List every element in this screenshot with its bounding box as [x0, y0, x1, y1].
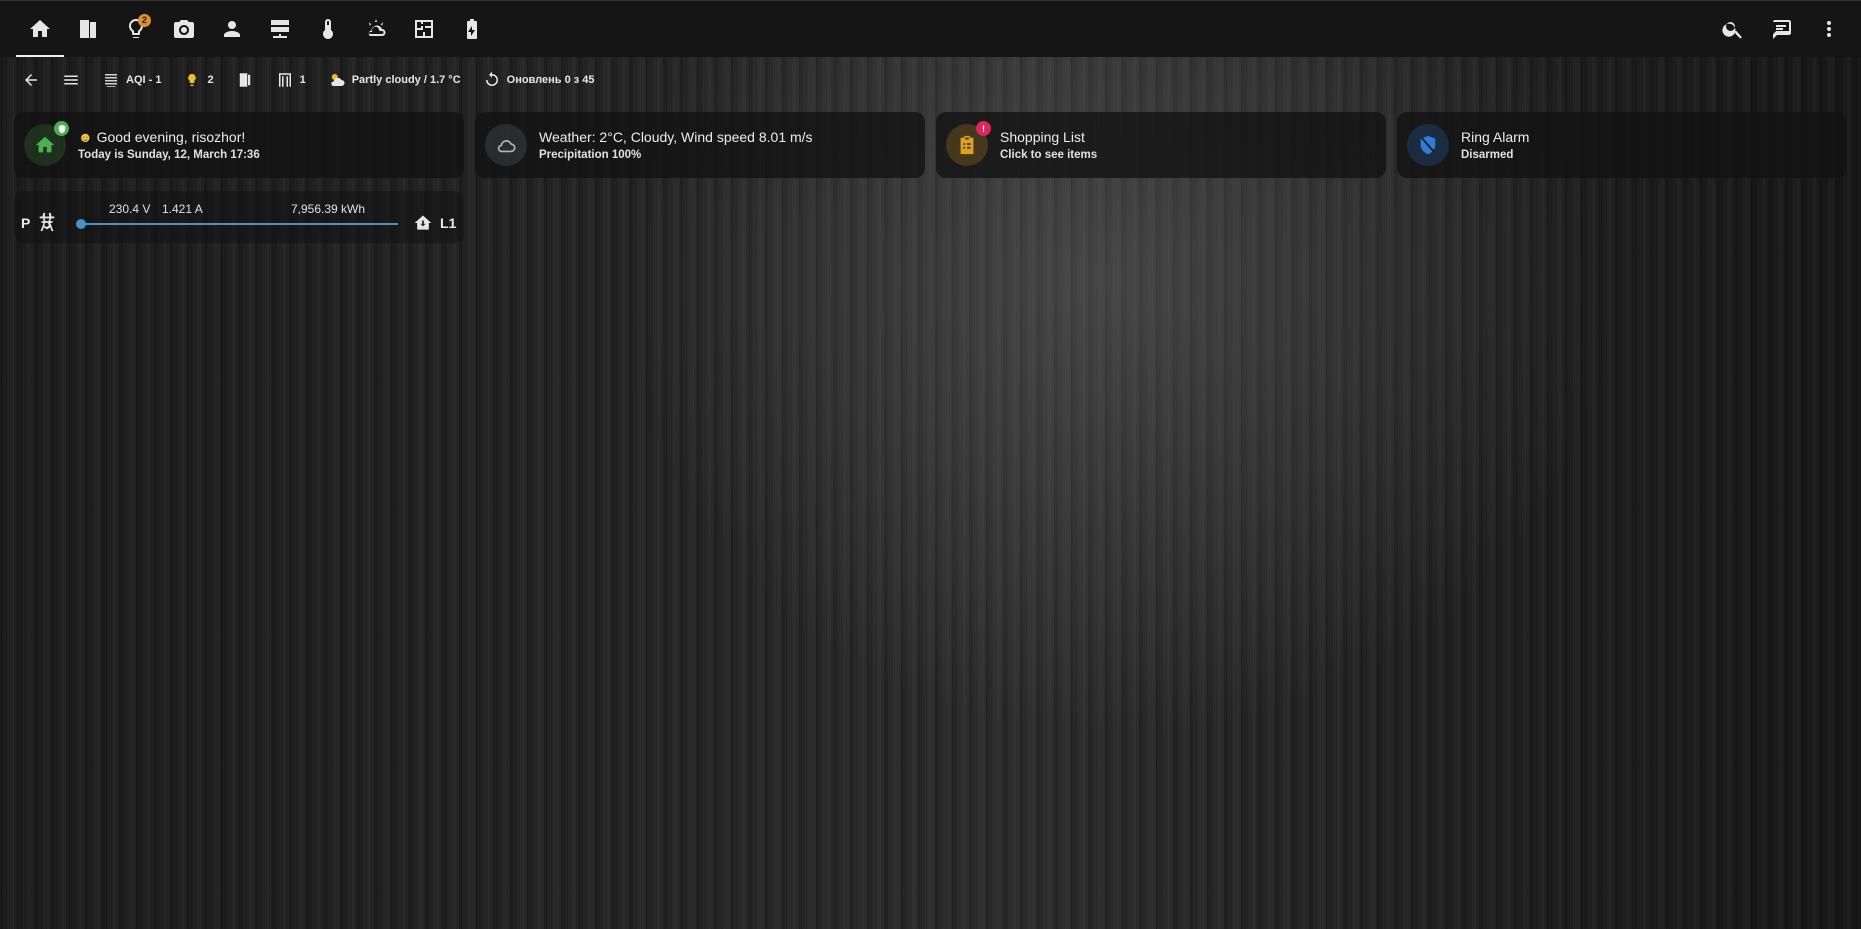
tab-weather[interactable]: [352, 1, 400, 57]
lights-chip[interactable]: 2: [175, 65, 221, 95]
greeting-card[interactable]: ☻ Good evening, risozhor! Today is Sunda…: [14, 112, 464, 178]
gate-icon: [278, 73, 291, 87]
cloud-icon: [497, 140, 516, 153]
weather-text: Weather: 2°C, Cloudy, Wind speed 8.01 m/…: [539, 129, 813, 161]
weather-card[interactable]: Weather: 2°C, Cloudy, Wind speed 8.01 m/…: [475, 112, 925, 178]
menu-icon: [64, 75, 78, 85]
shield-icon: [58, 124, 65, 133]
shopping-icon-circle: !: [946, 121, 991, 166]
floorplan-icon: [415, 20, 433, 38]
view-tabs: 2: [16, 1, 496, 57]
home-icon: [30, 20, 50, 37]
aqi-value: AQI - 1: [126, 74, 162, 86]
weather-title: Weather: 2°C, Cloudy, Wind speed 8.01 m/…: [539, 129, 813, 145]
energy-value: 7,956.39 kWh: [291, 202, 366, 216]
menu-chip[interactable]: [54, 65, 88, 95]
alarm-text: Ring Alarm Disarmed: [1461, 129, 1529, 161]
smile-emoji-icon: ☻: [78, 129, 93, 145]
shopping-title: Shopping List: [1000, 129, 1085, 145]
shield-off-icon: [1420, 135, 1436, 155]
current-value: 1.421 A: [162, 202, 203, 216]
tab-floorplan[interactable]: [400, 1, 448, 57]
tab-home[interactable]: [16, 1, 64, 57]
home-icon: [35, 136, 55, 153]
server-icon: [271, 20, 289, 38]
refresh-icon: [485, 71, 498, 86]
tab-cameras[interactable]: [160, 1, 208, 57]
greeting-text: ☻ Good evening, risozhor! Today is Sunda…: [78, 129, 260, 161]
power-flow-card[interactable]: P 230.4 V 1.421 A 7,956.39 kWh L1: [14, 191, 464, 243]
search-button[interactable]: [1709, 1, 1757, 57]
phase-label: L1: [440, 215, 457, 231]
tab-people[interactable]: [208, 1, 256, 57]
weather-chip[interactable]: Partly cloudy / 1.7 °C: [320, 65, 469, 95]
air-filter-icon: [105, 74, 117, 87]
lights-on-count: 2: [207, 74, 214, 86]
shopping-text: Shopping List Click to see items: [1000, 129, 1097, 161]
tab-energy[interactable]: [448, 1, 496, 57]
power-flow-dot: [76, 219, 86, 229]
shopping-alert-badge: !: [976, 121, 991, 136]
tab-temperature[interactable]: [304, 1, 352, 57]
partly-cloudy-icon: [330, 74, 345, 86]
greeting-title: ☻ Good evening, risozhor!: [78, 129, 260, 145]
tab-rooms[interactable]: [64, 1, 112, 57]
shopping-subtitle: Click to see items: [1000, 149, 1098, 161]
ring-alarm-card[interactable]: Ring Alarm Disarmed: [1397, 112, 1847, 178]
message-icon: [1773, 20, 1791, 39]
room-chip[interactable]: [228, 65, 262, 95]
lights-count-badge: 2: [138, 14, 151, 27]
more-button[interactable]: [1805, 1, 1853, 57]
transmission-tower-icon: [39, 212, 55, 232]
tab-lights[interactable]: 2: [112, 1, 160, 57]
thermometer-icon: [323, 19, 333, 39]
doors-chip[interactable]: 1: [268, 65, 314, 95]
voltage-value: 230.4 V: [109, 202, 151, 216]
updates-chip[interactable]: Оновлень 0 з 45: [475, 65, 603, 95]
battery-charging-icon: [467, 19, 477, 39]
chip-bar: AQI - 1 2 1 Partly cloudy / 1.7 °C Оновл…: [14, 63, 609, 97]
shield-check-badge: [54, 121, 69, 136]
grid-label: P: [21, 215, 31, 231]
weather-subtitle: Precipitation 100%: [539, 149, 642, 161]
back-chip[interactable]: [14, 65, 48, 95]
arrow-left-icon: [25, 74, 37, 86]
home-import-icon: [414, 215, 432, 230]
assist-button[interactable]: [1757, 1, 1805, 57]
camera-icon: [174, 20, 194, 38]
alarm-icon-circle: [1407, 124, 1449, 166]
more-vertical-icon: [1827, 21, 1831, 37]
aqi-chip[interactable]: AQI - 1: [94, 65, 169, 95]
shopping-list-card[interactable]: ! Shopping List Click to see items: [936, 112, 1386, 178]
top-navigation-bar: 2: [0, 0, 1861, 57]
greeting-subtitle: Today is Sunday, 12, March 17:36: [78, 149, 260, 161]
tab-servers[interactable]: [256, 1, 304, 57]
weather-summary: Partly cloudy / 1.7 °C: [351, 74, 461, 86]
doors-open-count: 1: [299, 74, 306, 86]
clipboard-list-icon: [960, 135, 974, 155]
alarm-title: Ring Alarm: [1461, 129, 1530, 145]
room-icon: [80, 20, 96, 38]
weather-icon: [368, 19, 386, 36]
person-icon: [224, 21, 240, 37]
door-icon: [239, 73, 250, 87]
weather-icon-circle: [485, 124, 527, 166]
updates-status: Оновлень 0 з 45: [506, 74, 595, 86]
power-line: [80, 223, 398, 225]
greeting-icon-circle: [24, 121, 69, 166]
lightbulb-on-icon: [188, 74, 197, 86]
greeting-title-text: Good evening, risozhor!: [96, 129, 246, 145]
alarm-subtitle: Disarmed: [1461, 149, 1514, 161]
search-icon: [1722, 22, 1742, 39]
top-actions: [1709, 1, 1853, 57]
